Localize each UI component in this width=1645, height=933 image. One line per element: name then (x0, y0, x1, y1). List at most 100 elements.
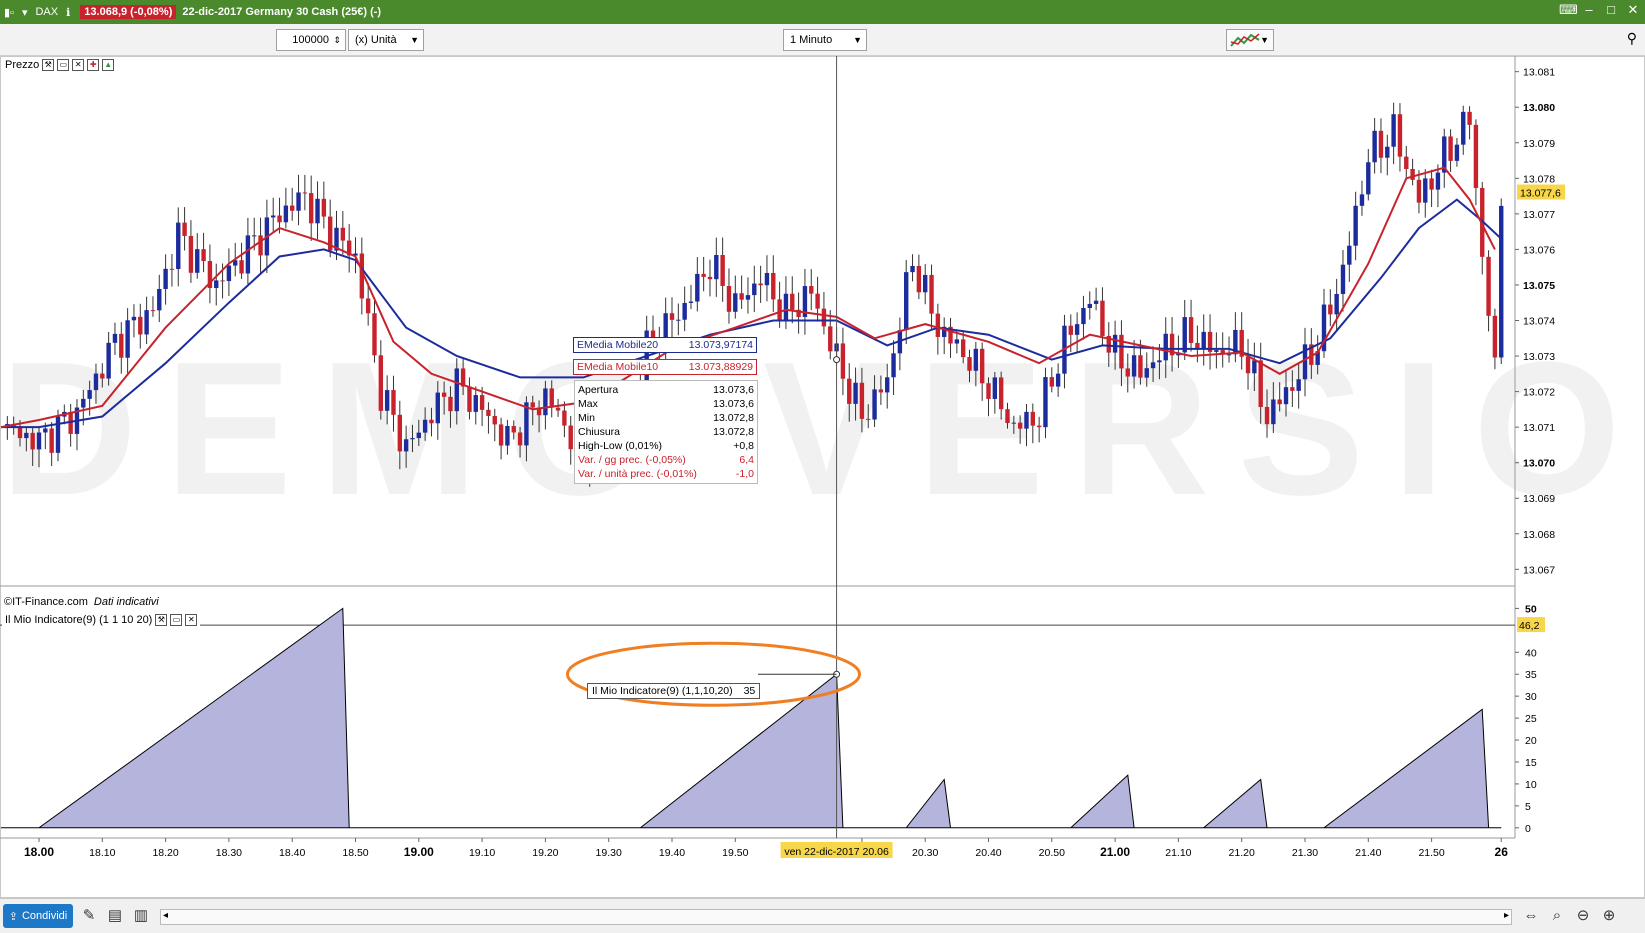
candle-body (777, 299, 782, 321)
candle-body (1410, 168, 1415, 180)
keyboard-icon[interactable]: ⌨ (1559, 2, 1578, 18)
price-tick-label: 13.074 (1523, 316, 1555, 328)
ohlc-label: Var. / unità prec. (-0,01%) (578, 468, 697, 480)
ema10-value: 13.073,88929 (688, 361, 753, 373)
candle-body (378, 355, 384, 411)
pin-icon[interactable]: ⚲ (1627, 30, 1637, 47)
quantity-input[interactable]: 100000 ⇕ (276, 29, 346, 51)
candle-body (752, 283, 757, 296)
candle-body (885, 377, 890, 393)
candle-body (840, 343, 846, 379)
horizontal-scrollbar[interactable]: ◂ ▸ (160, 909, 1512, 925)
candle-body (1435, 172, 1441, 190)
indicator-tick-label: 30 (1525, 691, 1537, 703)
candle-body (1328, 304, 1333, 315)
info-icon[interactable]: ℹ (62, 0, 74, 24)
candle-body (1049, 377, 1054, 387)
candles-icon[interactable]: ▥ (130, 905, 152, 927)
credit-note: Dati indicativi (93, 596, 159, 608)
time-tick-label: 21.40 (1355, 847, 1381, 859)
scroll-right-icon[interactable]: ▸ (1504, 910, 1509, 921)
ema20-tooltip: EMedia Mobile20 13.073,97174 (573, 337, 757, 353)
candle-body (511, 426, 516, 433)
candle-body (1036, 425, 1042, 428)
candle-body (1087, 303, 1092, 309)
candle-body (771, 272, 776, 300)
candle-body (1486, 256, 1491, 316)
wrench-icon[interactable]: ⚒ (42, 59, 55, 71)
candle-body (929, 274, 934, 314)
candle-body (923, 274, 928, 293)
drawing-tools-icon[interactable]: ✎ (78, 905, 100, 927)
wrench-icon[interactable]: ⚒ (155, 614, 168, 626)
share-icon: ⇪ (8, 910, 18, 923)
candle-body (1157, 360, 1162, 363)
price-tick-label: 13.080 (1523, 102, 1555, 114)
close-icon[interactable]: ✕ (185, 614, 198, 626)
ohlc-label: High-Low (0,01%) (578, 440, 663, 452)
candle-body (1473, 124, 1479, 188)
time-tick-label: 18.00 (24, 845, 54, 859)
candle-body (1138, 355, 1143, 378)
window-icon[interactable]: ▭ (170, 614, 183, 626)
candle-body (960, 339, 966, 358)
time-tick-label: 26 (1495, 845, 1509, 859)
chevron-down-icon[interactable]: ▾ (18, 0, 32, 24)
chart-type-button[interactable]: ▼ (1226, 29, 1274, 51)
window-icon[interactable]: ▭ (57, 59, 70, 71)
candle-body (809, 286, 814, 294)
candle-body (1163, 333, 1168, 361)
candle-body (138, 316, 143, 335)
indicator-tick-label: 5 (1525, 801, 1531, 813)
candle-body (707, 276, 713, 280)
layout-icon[interactable]: ▮▫ (0, 0, 18, 24)
ohlc-value: -1,0 (735, 468, 754, 480)
unit-select[interactable]: (x) Unità ▼ (348, 29, 424, 51)
move-up-icon[interactable]: ▲ (102, 59, 115, 71)
candle-body (1188, 317, 1194, 343)
spinner-icon[interactable]: ⇕ (333, 30, 341, 50)
candle-body (1005, 409, 1010, 424)
candle-body (562, 410, 567, 426)
zoom-area-icon[interactable]: ⌕ (1546, 905, 1568, 927)
indicator-current-label: 46,2 (1519, 620, 1540, 632)
chart-svg[interactable]: 13.081 13.080 13.079 13.078 13.077 13.076 13.0… (0, 56, 1645, 898)
price-badge: 13.068,9 (-0,08%) (80, 5, 177, 19)
ohlc-tooltip: Apertura 13.073,6 Max 13.073,6 Min 13.072,8… (574, 380, 758, 484)
add-indicator-icon[interactable]: ✚ (87, 59, 100, 71)
scroll-left-icon[interactable]: ◂ (163, 910, 168, 921)
timeframe-select-value: 1 Minuto (790, 34, 833, 46)
close-icon[interactable]: ✕ (72, 59, 85, 71)
candle-body (688, 301, 694, 303)
candle-body (1068, 325, 1073, 335)
zoom-in-icon[interactable]: ⊕ (1598, 905, 1620, 927)
candle-body (403, 439, 409, 452)
candle-body (1340, 264, 1346, 294)
ohlc-label: Chiusura (578, 426, 621, 438)
candle-body (252, 235, 257, 237)
app-label[interactable]: DAX (31, 0, 62, 24)
candle-body (283, 205, 289, 223)
candle-body (1499, 205, 1504, 358)
candle-body (125, 320, 130, 358)
candle-body (1055, 373, 1061, 387)
candle-body (967, 357, 972, 371)
maximize-icon[interactable]: □ (1603, 2, 1619, 18)
close-icon[interactable]: ✕ (1625, 2, 1641, 18)
window-title: 22-dic-2017 Germany 30 Cash (25€) (-) (182, 6, 382, 18)
candle-body (258, 235, 263, 256)
candle-body (1461, 111, 1466, 145)
order-list-icon[interactable]: ▤ (104, 905, 126, 927)
candle-body (891, 353, 896, 378)
share-button[interactable]: ⇪ Condividi (3, 904, 73, 928)
time-tick-label: 20.50 (1039, 847, 1065, 859)
ohlc-label: Max (578, 398, 598, 410)
minimize-icon[interactable]: – (1581, 2, 1597, 18)
indicator-area-fill (0, 607, 1502, 829)
timeframe-select[interactable]: 1 Minuto ▼ (783, 29, 867, 51)
fit-icon[interactable]: ⇔ (1520, 905, 1542, 927)
zoom-out-icon[interactable]: ⊖ (1572, 905, 1594, 927)
ohlc-value: +0,8 (733, 440, 754, 452)
candle-body (1030, 411, 1036, 426)
candle-body (1252, 360, 1257, 374)
